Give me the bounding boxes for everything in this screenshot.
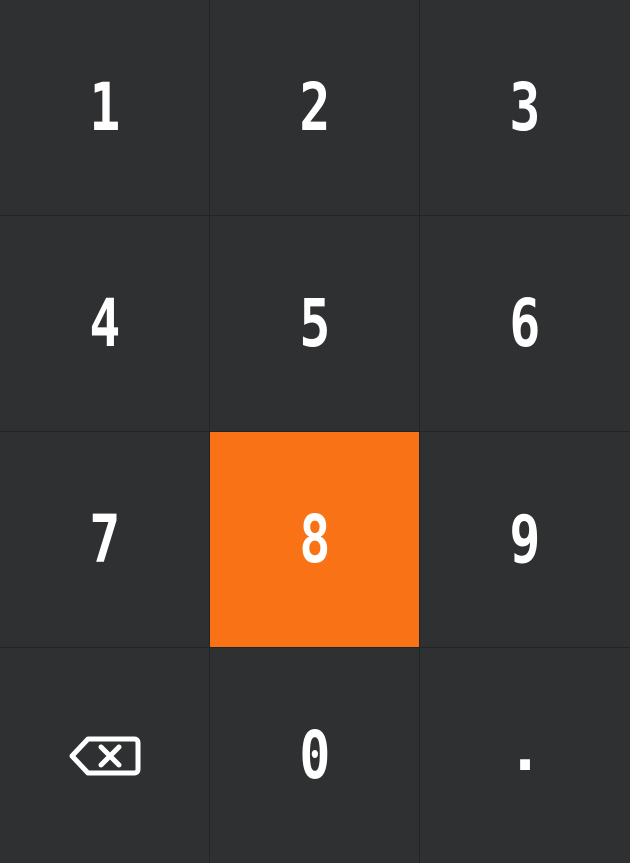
numeric-keypad: 1 2 3 4 5 6 7 8 9 0 .: [0, 0, 630, 863]
key-3-label: 3: [509, 68, 541, 146]
key-0[interactable]: 0: [210, 648, 420, 863]
key-7-label: 7: [88, 500, 121, 578]
key-4-label: 4: [88, 284, 121, 362]
key-4[interactable]: 4: [0, 216, 210, 432]
key-5[interactable]: 5: [210, 216, 420, 432]
key-decimal-point-label: .: [506, 714, 544, 785]
key-backspace[interactable]: [0, 648, 210, 863]
key-1-label: 1: [88, 68, 121, 146]
key-0-label: 0: [298, 716, 331, 794]
key-1[interactable]: 1: [0, 0, 210, 216]
key-6[interactable]: 6: [420, 216, 630, 432]
key-8[interactable]: 8: [210, 432, 420, 648]
key-8-label: 8: [298, 500, 331, 578]
key-decimal-point[interactable]: .: [420, 648, 630, 863]
key-7[interactable]: 7: [0, 432, 210, 648]
key-5-label: 5: [298, 284, 331, 362]
key-2-label: 2: [298, 68, 331, 146]
key-2[interactable]: 2: [210, 0, 420, 216]
key-9-label: 9: [509, 500, 541, 578]
backspace-icon: [69, 736, 140, 775]
key-3[interactable]: 3: [420, 0, 630, 216]
key-9[interactable]: 9: [420, 432, 630, 648]
key-6-label: 6: [509, 284, 541, 362]
